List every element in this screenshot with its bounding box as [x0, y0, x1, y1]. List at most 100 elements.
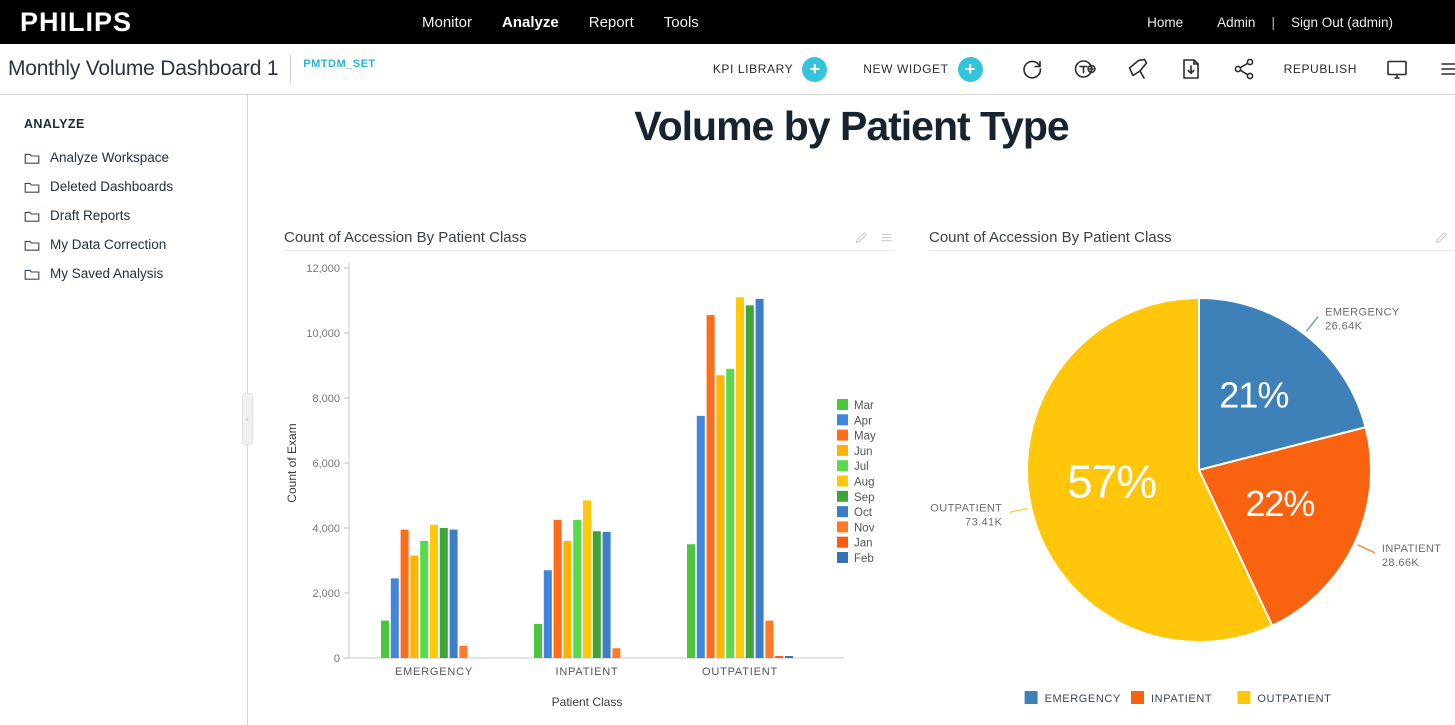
legend-item-may[interactable]: May: [837, 430, 876, 443]
bar-mar-inpatient[interactable]: [534, 624, 542, 658]
nav-tab-tools[interactable]: Tools: [664, 14, 699, 31]
edit-icon[interactable]: [1434, 230, 1449, 245]
bar-oct-inpatient[interactable]: [603, 532, 611, 658]
bar-apr-emergency[interactable]: [391, 578, 399, 658]
bar-group-inpatient: [534, 500, 620, 658]
nav-tab-analyze[interactable]: Analyze: [502, 14, 559, 31]
admin-link[interactable]: Admin: [1217, 15, 1255, 30]
bar-apr-outpatient[interactable]: [697, 416, 705, 658]
pie-callout-line: [1009, 508, 1027, 512]
main-nav: Monitor Analyze Report Tools: [422, 14, 699, 31]
bar-chart-widget: Count of Accession By Patient Class 02,0…: [284, 225, 894, 725]
pie-callout-label: INPATIENT: [1382, 543, 1441, 555]
sidebar-collapse-handle[interactable]: ‹: [242, 393, 253, 445]
dataset-label[interactable]: PMTDM_SET: [303, 58, 375, 70]
kpi-library-button[interactable]: KPI LIBRARY +: [713, 57, 827, 82]
sidebar-item-deleted-dashboards[interactable]: Deleted Dashboards: [0, 172, 247, 201]
refresh-icon[interactable]: [1019, 56, 1045, 82]
widget-menu-icon[interactable]: [879, 230, 894, 245]
legend-item-nov[interactable]: Nov: [837, 521, 875, 534]
bar-mar-outpatient[interactable]: [687, 544, 695, 658]
bar-may-inpatient[interactable]: [554, 520, 562, 658]
new-widget-plus-icon[interactable]: +: [958, 57, 983, 82]
bar-nov-emergency[interactable]: [459, 646, 467, 658]
legend-swatch: [1131, 691, 1144, 704]
legend-item-mar[interactable]: Mar: [837, 399, 874, 412]
bar-feb-outpatient[interactable]: [785, 656, 793, 658]
home-link[interactable]: Home: [1147, 15, 1183, 30]
legend-item-feb[interactable]: Feb: [837, 552, 874, 565]
bar-sep-inpatient[interactable]: [593, 531, 601, 658]
y-tick-label: 10,000: [306, 328, 340, 340]
pie-callout-line: [1358, 545, 1375, 553]
export-document-icon[interactable]: [1178, 56, 1204, 82]
sidebar-item-label: My Saved Analysis: [50, 266, 163, 281]
bar-may-emergency[interactable]: [401, 530, 409, 658]
legend-item-jun[interactable]: Jun: [837, 445, 873, 458]
bar-mar-emergency[interactable]: [381, 621, 389, 658]
bar-oct-emergency[interactable]: [450, 530, 458, 658]
bar-nov-outpatient[interactable]: [765, 621, 773, 658]
bar-widget-title: Count of Accession By Patient Class: [284, 229, 527, 246]
share-icon[interactable]: [1231, 56, 1257, 82]
sidebar-item-draft-reports[interactable]: Draft Reports: [0, 201, 247, 230]
bar-sep-outpatient[interactable]: [746, 305, 754, 658]
sidebar-item-my-saved-analysis[interactable]: My Saved Analysis: [0, 259, 247, 288]
legend-label: INPATIENT: [1151, 693, 1212, 705]
legend-item-oct[interactable]: Oct: [837, 506, 873, 519]
pie-legend-item-emergency[interactable]: EMERGENCY: [1025, 691, 1121, 705]
add-text-icon[interactable]: [1072, 56, 1098, 82]
bar-jul-outpatient[interactable]: [726, 369, 734, 658]
bar-jun-inpatient[interactable]: [563, 541, 571, 658]
bar-aug-outpatient[interactable]: [736, 297, 744, 658]
signout-link[interactable]: Sign Out (admin): [1291, 15, 1393, 30]
bar-jun-emergency[interactable]: [410, 556, 418, 658]
display-icon[interactable]: [1384, 56, 1410, 82]
bar-aug-emergency[interactable]: [430, 525, 438, 658]
menu-icon[interactable]: [1437, 56, 1455, 82]
page-title: Volume by Patient Type: [248, 103, 1455, 150]
x-tick-label: OUTPATIENT: [702, 666, 778, 678]
bar-jul-emergency[interactable]: [420, 541, 428, 658]
bar-jul-inpatient[interactable]: [573, 520, 581, 658]
bar-nov-inpatient[interactable]: [612, 648, 620, 658]
pie-callout-value: 28.66K: [1382, 557, 1420, 569]
pie-percent-label: 57%: [1067, 456, 1156, 508]
sidebar-item-my-data-correction[interactable]: My Data Correction: [0, 230, 247, 259]
pie-legend-item-inpatient[interactable]: INPATIENT: [1131, 691, 1212, 705]
bar-may-outpatient[interactable]: [707, 315, 715, 658]
new-widget-button[interactable]: NEW WIDGET +: [863, 57, 982, 82]
legend-swatch: [837, 491, 848, 502]
pie-legend-item-outpatient[interactable]: OUTPATIENT: [1237, 691, 1331, 705]
bar-oct-outpatient[interactable]: [756, 299, 764, 658]
bar-apr-inpatient[interactable]: [544, 570, 552, 658]
links-separator: |: [1271, 15, 1275, 30]
folder-icon: [24, 238, 40, 252]
legend-item-jul[interactable]: Jul: [837, 460, 869, 473]
nav-tab-monitor[interactable]: Monitor: [422, 14, 472, 31]
bar-jun-outpatient[interactable]: [716, 375, 724, 658]
republish-button[interactable]: REPUBLISH: [1284, 62, 1357, 76]
nav-tab-report[interactable]: Report: [589, 14, 634, 31]
legend-label: Oct: [854, 507, 873, 519]
legend-item-aug[interactable]: Aug: [837, 476, 874, 489]
top-bar: PHILIPS MonitorAnalyzeReportTools Home A…: [0, 0, 1455, 44]
legend-item-apr[interactable]: Apr: [837, 414, 872, 427]
y-tick-label: 12,000: [306, 263, 340, 275]
sidebar-item-analyze-workspace[interactable]: Analyze Workspace: [0, 143, 247, 172]
legend-label: Feb: [854, 553, 874, 565]
legend-label: Apr: [854, 415, 872, 427]
bar-sep-emergency[interactable]: [440, 528, 448, 658]
label-icon[interactable]: [1125, 56, 1151, 82]
legend-item-jan[interactable]: Jan: [837, 537, 873, 550]
legend-swatch: [837, 476, 848, 487]
bar-jan-outpatient[interactable]: [775, 656, 783, 658]
pie-callout-label: EMERGENCY: [1325, 306, 1400, 318]
legend-item-sep[interactable]: Sep: [837, 491, 874, 504]
kpi-library-label: KPI LIBRARY: [713, 62, 793, 76]
edit-icon[interactable]: [854, 230, 869, 245]
dashboard-title: Monthly Volume Dashboard 1: [8, 57, 278, 81]
bar-aug-inpatient[interactable]: [583, 500, 591, 658]
y-axis-label: Count of Exam: [285, 423, 299, 502]
kpi-library-plus-icon[interactable]: +: [802, 57, 827, 82]
